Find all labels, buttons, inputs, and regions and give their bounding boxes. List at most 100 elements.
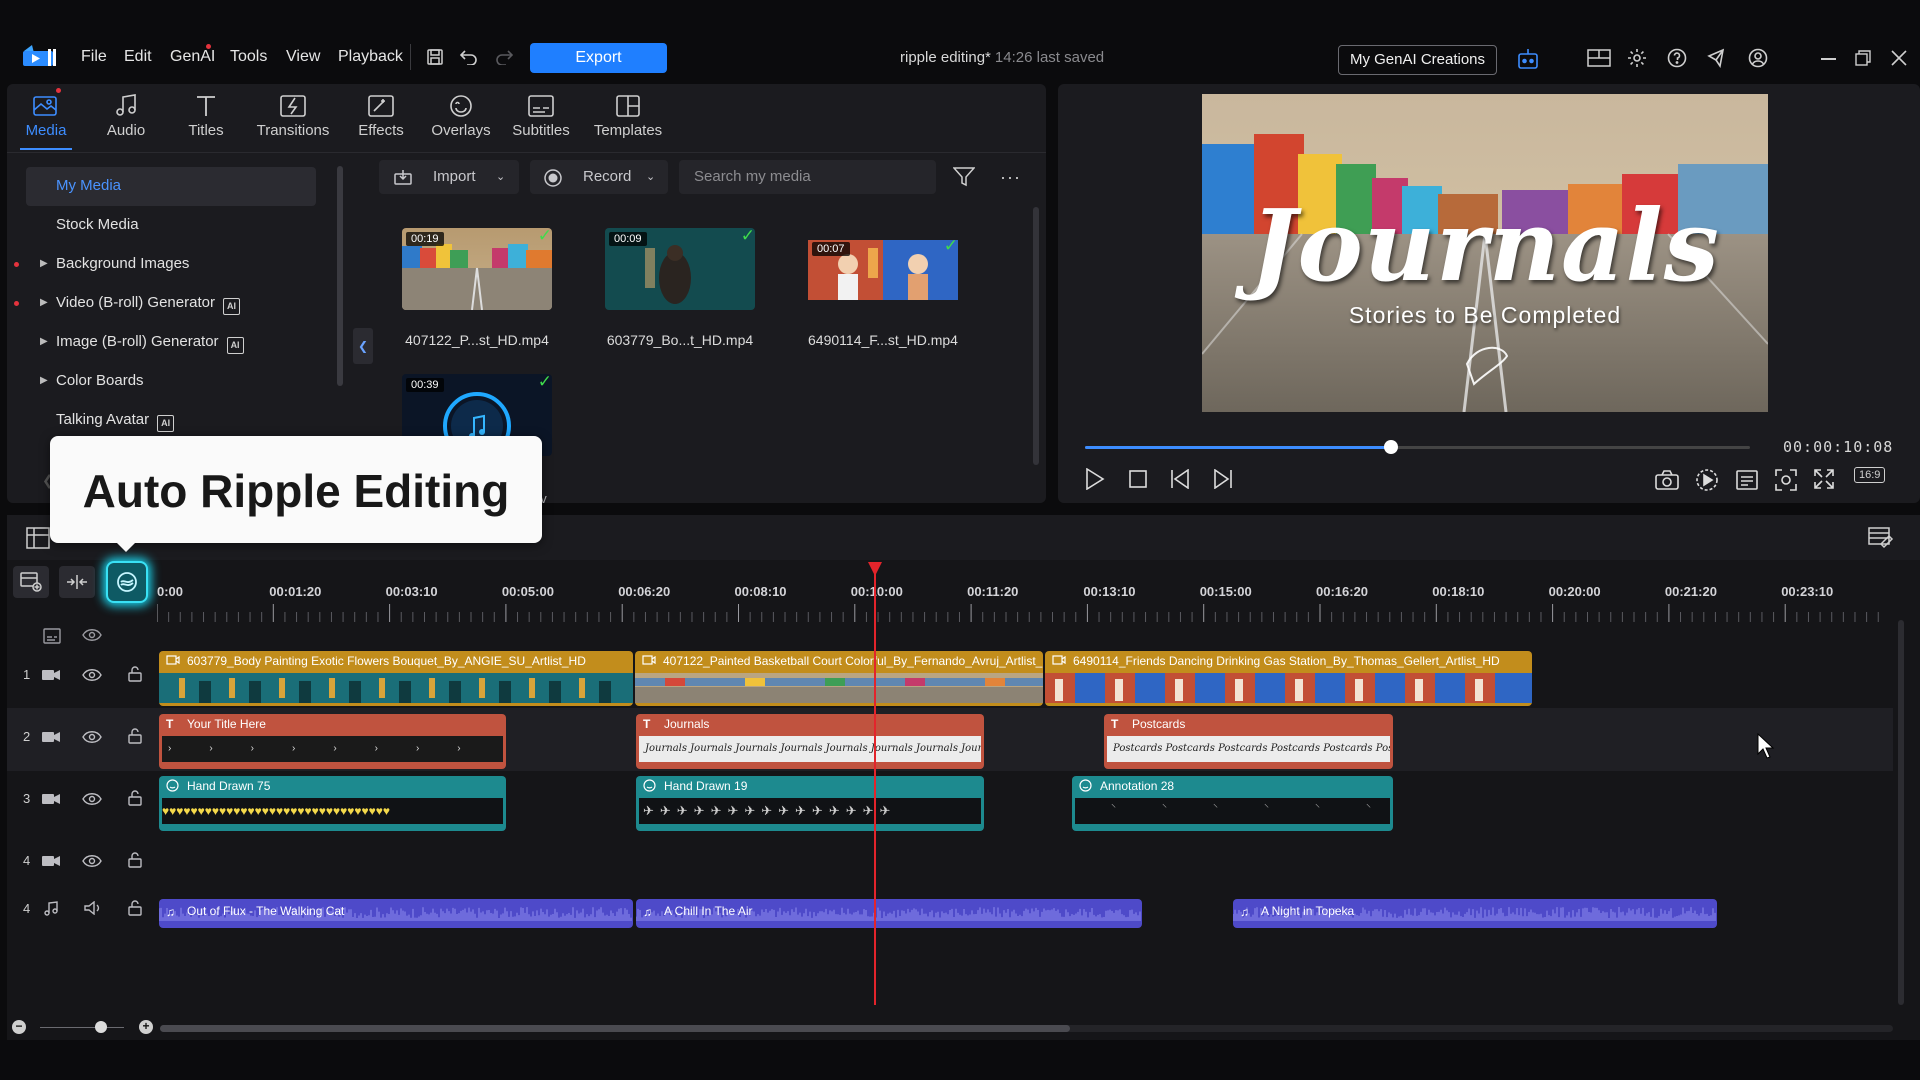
lock-icon[interactable]: [127, 666, 143, 682]
library-item-stock-media[interactable]: Stock Media: [26, 206, 316, 245]
zoom-in-icon[interactable]: +: [139, 1020, 153, 1034]
playhead-handle[interactable]: [868, 562, 882, 576]
minimize-icon[interactable]: [1821, 58, 1836, 60]
menu-view[interactable]: View: [286, 48, 320, 66]
tab-media[interactable]: Media: [6, 92, 86, 148]
tab-transitions[interactable]: Transitions: [253, 92, 333, 148]
feedback-icon[interactable]: [1707, 48, 1729, 68]
overlay-clip[interactable]: Annotation 28 ⸌⸌⸌⸌⸌⸌: [1072, 776, 1393, 831]
eye-icon[interactable]: [82, 854, 102, 868]
preview-quality-icon[interactable]: [1695, 468, 1719, 492]
zoom-out-icon[interactable]: −: [12, 1020, 26, 1034]
audio-clip[interactable]: ♫ Out of Flux - The Walking Cat: [159, 899, 633, 928]
stop-icon[interactable]: [1129, 470, 1147, 488]
audio-clip[interactable]: ♫ A Night in Topeka: [1233, 899, 1717, 928]
library-scrollbar[interactable]: [337, 166, 343, 386]
timeline-ruler-ticks[interactable]: [157, 604, 1887, 622]
speaker-icon[interactable]: [84, 901, 102, 915]
library-item-background-images[interactable]: ▶ Background Images: [14, 245, 316, 284]
title-clip[interactable]: T Postcards Postcards Postcards Postcard…: [1104, 714, 1393, 769]
timeline-horizontal-scrollbar[interactable]: [160, 1025, 1070, 1032]
close-icon[interactable]: [1891, 50, 1907, 66]
zoom-preview-icon[interactable]: [1775, 469, 1797, 491]
expand-caret-icon[interactable]: ▶: [40, 362, 48, 399]
library-item-color-boards[interactable]: ▶ Color Boards: [26, 362, 316, 401]
eye-icon[interactable]: [82, 730, 102, 744]
lock-icon[interactable]: [127, 852, 143, 868]
lock-icon[interactable]: [127, 728, 143, 744]
media-item[interactable]: 00:07 ✓ 6490114_F...st_HD.mp4: [808, 228, 958, 348]
playhead[interactable]: [874, 562, 876, 1005]
auto-ripple-editing-button[interactable]: [106, 561, 148, 603]
tab-audio[interactable]: Audio: [86, 92, 166, 148]
fullscreen-icon[interactable]: [1814, 469, 1834, 489]
library-item-image-generator[interactable]: ▶ Image (B-roll) Generator AI: [26, 323, 316, 362]
playback-scrubber-knob[interactable]: [1383, 440, 1398, 454]
overlay-clip[interactable]: Hand Drawn 19 ✈✈✈✈✈✈✈✈✈✈✈✈✈✈✈: [636, 776, 984, 831]
expand-caret-icon[interactable]: ▶: [40, 245, 48, 282]
next-frame-icon[interactable]: [1211, 469, 1233, 489]
layout-icon[interactable]: [1587, 49, 1611, 67]
media-scrollbar[interactable]: [1033, 207, 1039, 465]
help-icon[interactable]: [1667, 48, 1687, 68]
lock-icon[interactable]: [127, 790, 143, 806]
fit-timeline-button[interactable]: [59, 566, 95, 598]
filter-icon[interactable]: [953, 167, 975, 187]
audio-clip[interactable]: ♫ A Chill In The Air: [636, 899, 1142, 928]
save-icon[interactable]: [426, 48, 444, 66]
title-clip[interactable]: T Your Title Here ››››››››: [159, 714, 506, 769]
menu-tools[interactable]: Tools: [230, 48, 267, 66]
play-icon[interactable]: [1085, 468, 1105, 490]
tab-subtitles[interactable]: Subtitles: [501, 92, 581, 148]
timeline-settings-icon[interactable]: [1868, 527, 1894, 549]
tab-templates[interactable]: Templates: [588, 92, 668, 148]
snapshot-camera-icon[interactable]: [1655, 470, 1679, 490]
collapse-library-button[interactable]: ❮: [353, 328, 373, 364]
menu-genai[interactable]: GenAI: [170, 48, 215, 66]
video-clip[interactable]: 407122_Painted Basketball Court Colorful…: [635, 651, 1043, 706]
aspect-ratio-button[interactable]: 16:9: [1854, 467, 1886, 483]
video-thumbnail: 00:09 ✓: [605, 228, 755, 310]
media-item[interactable]: 00:09 ✓ 603779_Bo...t_HD.mp4: [605, 228, 755, 348]
undo-icon[interactable]: [460, 49, 478, 65]
export-button[interactable]: Export: [530, 43, 667, 73]
my-genai-creations-button[interactable]: My GenAI Creations: [1338, 45, 1497, 75]
menu-edit[interactable]: Edit: [124, 48, 152, 66]
title-clip[interactable]: T Journals Journals Journals Journals Jo…: [636, 714, 984, 769]
menu-file[interactable]: File: [81, 48, 107, 66]
account-icon[interactable]: [1748, 48, 1768, 68]
expand-caret-icon[interactable]: ▶: [40, 323, 48, 360]
timeline-vertical-scrollbar[interactable]: [1898, 620, 1904, 1005]
library-item-my-media[interactable]: My Media: [26, 167, 316, 206]
playback-progress-bar[interactable]: [1085, 440, 1750, 454]
library-item-talking-avatar[interactable]: Talking Avatar AI: [26, 401, 316, 440]
eye-icon[interactable]: [82, 792, 102, 806]
tab-effects[interactable]: Effects: [341, 92, 421, 148]
previous-frame-icon[interactable]: [1170, 469, 1192, 489]
subtitle-toggle-icon[interactable]: [1736, 470, 1758, 490]
overlay-clip[interactable]: Hand Drawn 75 ♥♥♥♥♥♥♥♥♥♥♥♥♥♥♥♥♥♥♥♥♥♥♥♥♥♥…: [159, 776, 506, 831]
media-item[interactable]: 00:19 ✓ 407122_P...st_HD.mp4: [402, 228, 552, 348]
eye-icon[interactable]: [82, 628, 102, 642]
zoom-slider-knob[interactable]: [95, 1021, 107, 1033]
expand-caret-icon[interactable]: ▶: [40, 284, 48, 321]
import-button[interactable]: Import ⌄: [379, 160, 519, 194]
ai-assistant-icon[interactable]: [1517, 48, 1539, 70]
add-track-button[interactable]: [13, 566, 49, 598]
timeline-mode-icon[interactable]: [26, 527, 50, 549]
lock-icon[interactable]: [127, 900, 143, 916]
redo-icon[interactable]: [495, 49, 513, 65]
eye-icon[interactable]: [82, 668, 102, 682]
record-button[interactable]: Record ⌄: [530, 160, 668, 194]
search-media-input[interactable]: Search my media: [679, 160, 936, 194]
video-clip[interactable]: 6490114_Friends Dancing Drinking Gas Sta…: [1045, 651, 1532, 706]
library-item-video-generator[interactable]: ▶ Video (B-roll) Generator AI: [14, 284, 316, 323]
menu-playback[interactable]: Playback: [338, 48, 403, 66]
zoom-slider-track[interactable]: [40, 1027, 124, 1028]
video-clip[interactable]: 603779_Body Painting Exotic Flowers Bouq…: [159, 651, 633, 706]
settings-gear-icon[interactable]: [1627, 48, 1647, 68]
tab-titles[interactable]: Titles: [166, 92, 246, 148]
more-options-icon[interactable]: ···: [1000, 167, 1021, 188]
restore-icon[interactable]: [1855, 50, 1871, 66]
tab-overlays[interactable]: Overlays: [421, 92, 501, 148]
